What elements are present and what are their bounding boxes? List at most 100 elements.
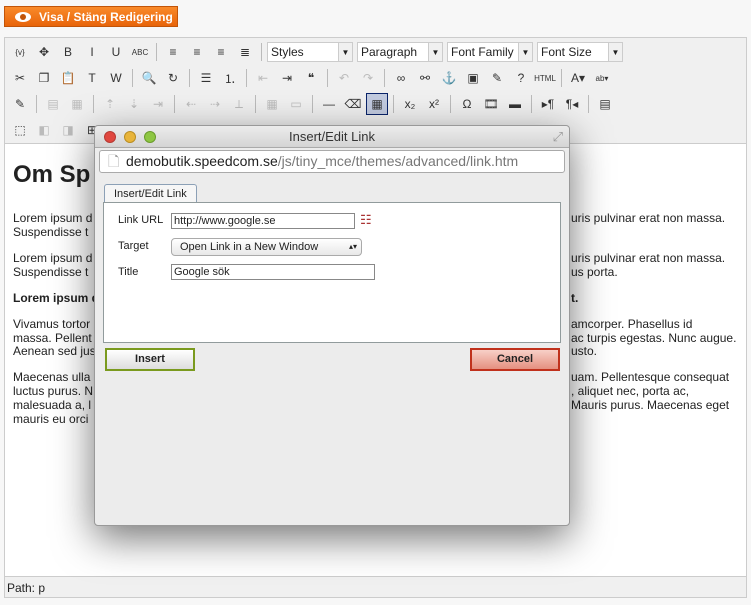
unlink-icon[interactable]: ⚯ [414, 67, 436, 89]
content-text-fragment: luctus purus. N [13, 384, 94, 398]
dialog-title: Insert/Edit Link [289, 129, 375, 144]
link-panel: Link URL http://www.google.se ☷ Target O… [103, 202, 561, 343]
content-text-fragment: malesuada a, l [13, 398, 92, 412]
content-text-fragment: Lorem ipsum d [13, 291, 100, 305]
numbered-list-icon[interactable]: ⒈ [219, 67, 241, 89]
element-path: Path: p [7, 581, 46, 595]
text-color-icon[interactable]: A▾ [567, 67, 589, 89]
resize-icon[interactable]: ⤢ [553, 126, 563, 148]
content-text-fragment: us porta. [571, 265, 618, 279]
toolbar-separator [156, 43, 157, 61]
close-icon[interactable] [104, 131, 116, 143]
toolbar-separator [174, 95, 175, 113]
cell-props-icon[interactable]: ▦ [66, 93, 88, 115]
font-size-select[interactable]: Font Size ▼ [537, 42, 623, 62]
content-text-fragment: mauris eu orci [13, 412, 89, 426]
redo-icon[interactable]: ↷ [357, 67, 379, 89]
indent-icon[interactable]: ⇥ [276, 67, 298, 89]
minimize-icon[interactable] [124, 131, 136, 143]
fullscreen-icon[interactable]: ▤ [594, 93, 616, 115]
split-cells-icon[interactable]: ▦ [261, 93, 283, 115]
paste-text-icon[interactable]: T [81, 67, 103, 89]
status-bar: Path: p [5, 576, 746, 597]
insert-button[interactable]: Insert [105, 348, 195, 371]
table-icon[interactable]: ▦ [366, 93, 388, 115]
row-props-icon[interactable]: ▤ [42, 93, 64, 115]
underline-icon[interactable]: U [105, 41, 127, 63]
find-icon[interactable]: 🔍 [138, 67, 160, 89]
merge-cells-icon[interactable]: ▭ [285, 93, 307, 115]
align-justify-icon[interactable]: ≣ [234, 41, 256, 63]
layer-back-icon[interactable]: ◧ [33, 119, 55, 141]
align-left-icon[interactable]: ≡ [162, 41, 184, 63]
horizontal-rule-icon[interactable]: — [318, 93, 340, 115]
toolbar-separator [327, 69, 328, 87]
visual-aid-icon[interactable]: ⬚ [9, 119, 31, 141]
title-input[interactable]: Google sök [171, 264, 375, 280]
toggle-editing-button[interactable]: Visa / Stäng Redigering [4, 6, 178, 27]
chevron-down-icon: ▼ [608, 43, 622, 61]
cancel-button[interactable]: Cancel [470, 348, 560, 371]
help-icon[interactable]: ? [510, 67, 532, 89]
align-right-icon[interactable]: ≡ [210, 41, 232, 63]
template-icon[interactable]: {v} [9, 41, 31, 63]
delete-row-icon[interactable]: ⇥ [147, 93, 169, 115]
outdent-icon[interactable]: ⇤ [252, 67, 274, 89]
content-text-fragment: usto. [571, 344, 598, 358]
eye-icon [15, 11, 31, 22]
image-icon[interactable]: ▣ [462, 67, 484, 89]
html-icon[interactable]: HTML [534, 67, 556, 89]
zoom-icon[interactable] [144, 131, 156, 143]
content-text-fragment: , aliquet nec, porta ac, [571, 384, 690, 398]
toolbar-separator [132, 69, 133, 87]
insert-row-after-icon[interactable]: ⇣ [123, 93, 145, 115]
advanced-hr-icon[interactable]: ▬ [504, 93, 526, 115]
copy-icon[interactable]: ❐ [33, 67, 55, 89]
delete-col-icon[interactable]: ⟂ [228, 93, 250, 115]
paste-word-icon[interactable]: W [105, 67, 127, 89]
cleanup-icon[interactable]: ✎ [486, 67, 508, 89]
link-url-input[interactable]: http://www.google.se [171, 213, 355, 229]
bold-icon[interactable]: B [57, 41, 79, 63]
bullet-list-icon[interactable]: ☰ [195, 67, 217, 89]
strikethrough-icon[interactable]: ABC [129, 41, 151, 63]
target-select[interactable]: Open Link in a New Window ▴▾ [171, 238, 362, 256]
content-text-fragment: Suspendisse t [13, 225, 89, 239]
special-char-icon[interactable]: Ω [456, 93, 478, 115]
media-icon[interactable]: 🎞 [480, 93, 502, 115]
insert-col-after-icon[interactable]: ⇢ [204, 93, 226, 115]
font-family-select[interactable]: Font Family ▼ [447, 42, 533, 62]
format-select[interactable]: Paragraph ▼ [357, 42, 443, 62]
url-bar: 🗋 demobutik.speedcom.se/js/tiny_mce/theme… [99, 150, 565, 173]
rtl-icon[interactable]: ¶◂ [561, 93, 583, 115]
blockquote-icon[interactable]: ❝ [300, 67, 322, 89]
insert-row-before-icon[interactable]: ⇡ [99, 93, 121, 115]
background-color-icon[interactable]: ab▾ [591, 67, 613, 89]
dialog-titlebar[interactable]: Insert/Edit Link ⤢ [95, 126, 569, 148]
replace-icon[interactable]: ↻ [162, 67, 184, 89]
chevron-down-icon: ▼ [338, 43, 352, 61]
undo-icon[interactable]: ↶ [333, 67, 355, 89]
link-url-label: Link URL [118, 214, 164, 226]
anchor-icon[interactable]: ⚓ [438, 67, 460, 89]
cut-icon[interactable]: ✂ [9, 67, 31, 89]
subscript-icon[interactable]: x₂ [399, 93, 421, 115]
styles-select[interactable]: Styles ▼ [267, 42, 353, 62]
italic-icon[interactable]: I [81, 41, 103, 63]
content-text-fragment: Mauris purus. Maecenas eget [571, 398, 730, 412]
ltr-icon[interactable]: ▸¶ [537, 93, 559, 115]
insert-col-before-icon[interactable]: ⇠ [180, 93, 202, 115]
remove-format-icon[interactable]: ⌫ [342, 93, 364, 115]
edit-icon[interactable]: ✎ [9, 93, 31, 115]
toolbar-separator [450, 95, 451, 113]
link-icon[interactable]: ∞ [390, 67, 412, 89]
paste-icon[interactable]: 📋 [57, 67, 79, 89]
superscript-icon[interactable]: x² [423, 93, 445, 115]
layer-forward-icon[interactable]: ◨ [57, 119, 79, 141]
insert-icon[interactable]: ✥ [33, 41, 55, 63]
tab-insert-edit-link[interactable]: Insert/Edit Link [104, 184, 197, 203]
browse-icon[interactable]: ☷ [360, 212, 372, 228]
toolbar-separator [255, 95, 256, 113]
align-center-icon[interactable]: ≡ [186, 41, 208, 63]
target-label: Target [118, 240, 149, 252]
